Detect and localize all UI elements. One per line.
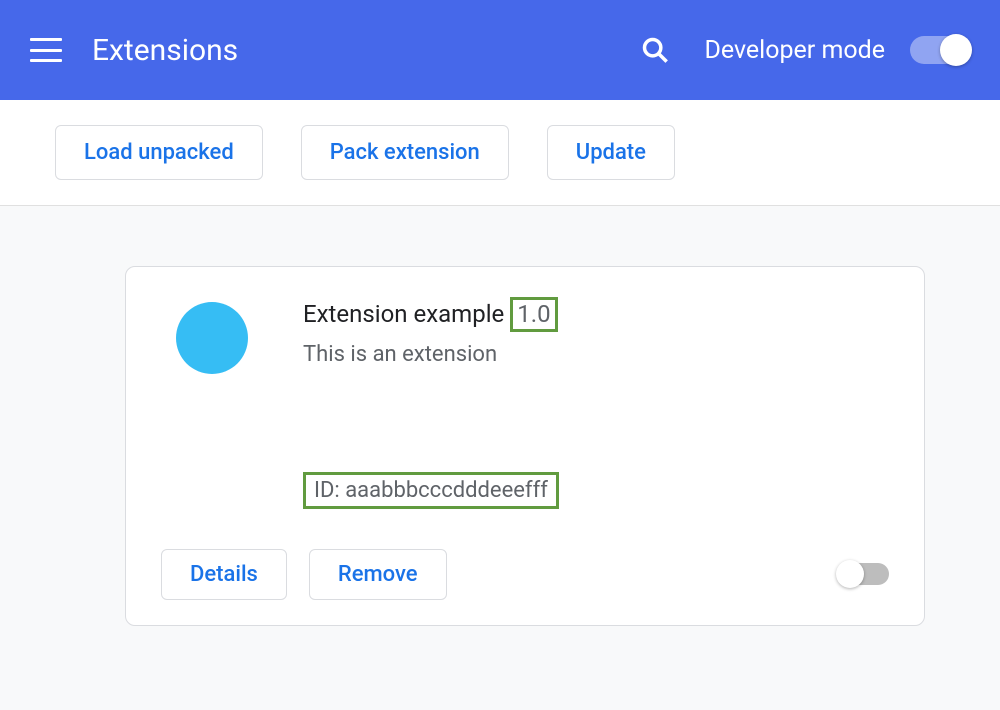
extension-id: ID: aaabbbcccdddeeefff bbox=[303, 472, 559, 509]
remove-button[interactable]: Remove bbox=[309, 549, 447, 600]
extension-version: 1.0 bbox=[510, 297, 557, 332]
extension-info: Extension example 1.0 This is an extensi… bbox=[303, 297, 889, 509]
extension-id-row: ID: aaabbbcccdddeeefff bbox=[303, 472, 889, 509]
extension-icon bbox=[176, 302, 248, 374]
extension-card: Extension example 1.0 This is an extensi… bbox=[125, 266, 925, 626]
search-icon[interactable] bbox=[641, 36, 669, 64]
extension-enable-toggle[interactable] bbox=[839, 563, 889, 585]
hamburger-menu-icon[interactable] bbox=[30, 38, 62, 62]
developer-mode-label: Developer mode bbox=[704, 36, 885, 65]
page-title: Extensions bbox=[92, 33, 641, 68]
pack-extension-button[interactable]: Pack extension bbox=[301, 125, 509, 180]
developer-toolbar: Load unpacked Pack extension Update bbox=[0, 100, 1000, 206]
extension-card-actions: Details Remove bbox=[161, 549, 889, 600]
developer-mode-toggle[interactable] bbox=[910, 36, 970, 64]
app-header: Extensions Developer mode bbox=[0, 0, 1000, 100]
extension-title-row: Extension example 1.0 bbox=[303, 297, 889, 332]
load-unpacked-button[interactable]: Load unpacked bbox=[55, 125, 263, 180]
toggle-knob bbox=[836, 560, 864, 588]
toggle-knob bbox=[940, 34, 972, 66]
extension-description: This is an extension bbox=[303, 342, 889, 367]
update-button[interactable]: Update bbox=[547, 125, 675, 180]
extension-name: Extension example bbox=[303, 300, 504, 328]
details-button[interactable]: Details bbox=[161, 549, 287, 600]
extension-card-top: Extension example 1.0 This is an extensi… bbox=[161, 297, 889, 509]
extensions-list: Extension example 1.0 This is an extensi… bbox=[0, 206, 1000, 710]
